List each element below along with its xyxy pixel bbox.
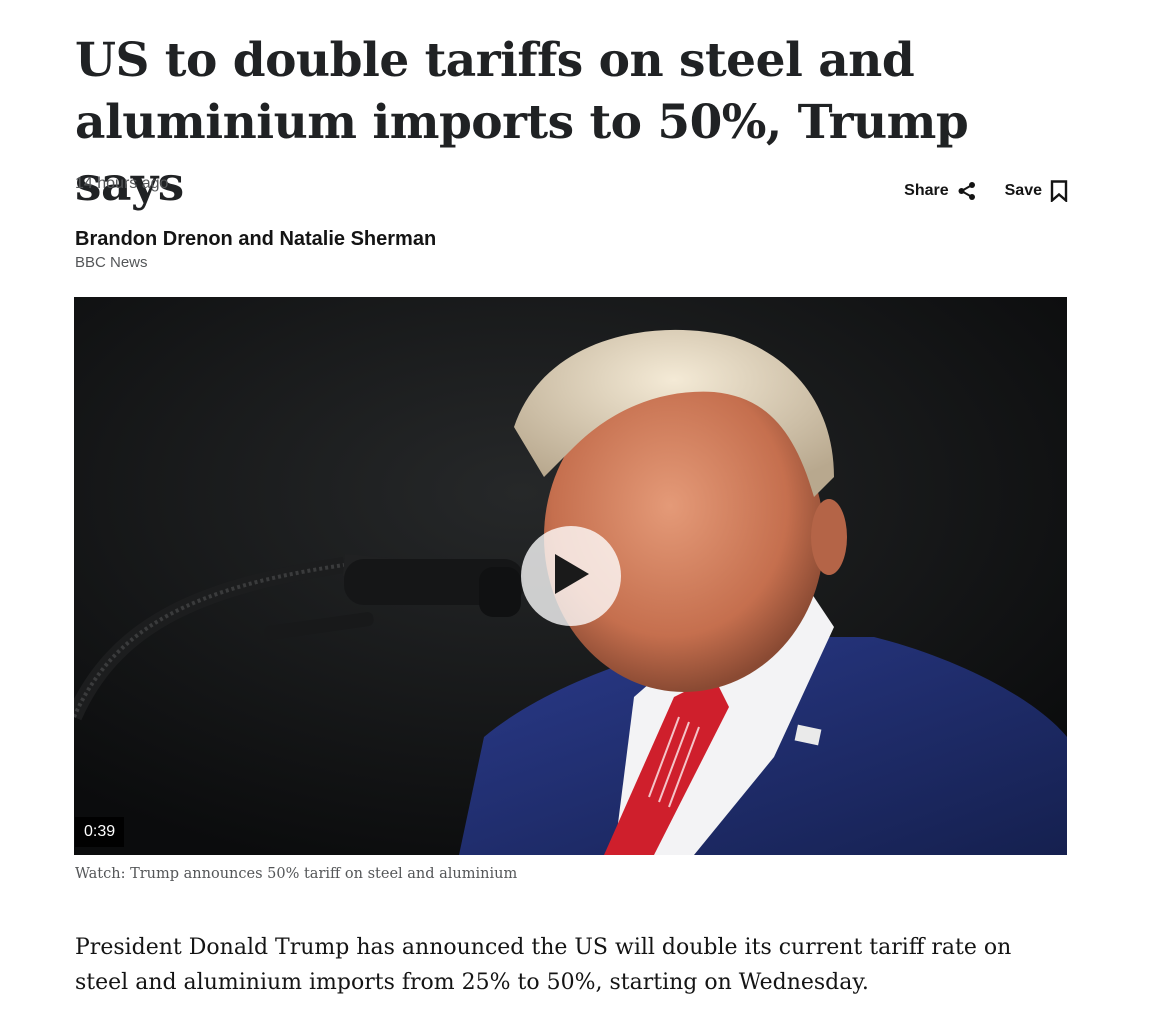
video-player[interactable]: 0:39 (74, 297, 1067, 855)
play-icon (551, 552, 591, 601)
article-actions: Share Save (904, 180, 1068, 202)
share-label: Share (904, 182, 949, 199)
timestamp: 14 hours ago (75, 175, 169, 192)
video-caption: Watch: Trump announces 50% tariff on ste… (75, 866, 518, 882)
save-label: Save (1004, 182, 1042, 199)
video-duration: 0:39 (75, 817, 125, 847)
byline-authors: Brandon Drenon and Natalie Sherman (75, 228, 437, 250)
bookmark-icon (1050, 180, 1068, 202)
save-button[interactable]: Save (1005, 180, 1068, 202)
byline-organization: BBC News (75, 254, 148, 271)
share-button[interactable]: Share (904, 181, 976, 201)
play-button[interactable] (521, 526, 621, 626)
article-lede: President Donald Trump has announced the… (75, 935, 1012, 995)
share-icon (957, 181, 977, 201)
